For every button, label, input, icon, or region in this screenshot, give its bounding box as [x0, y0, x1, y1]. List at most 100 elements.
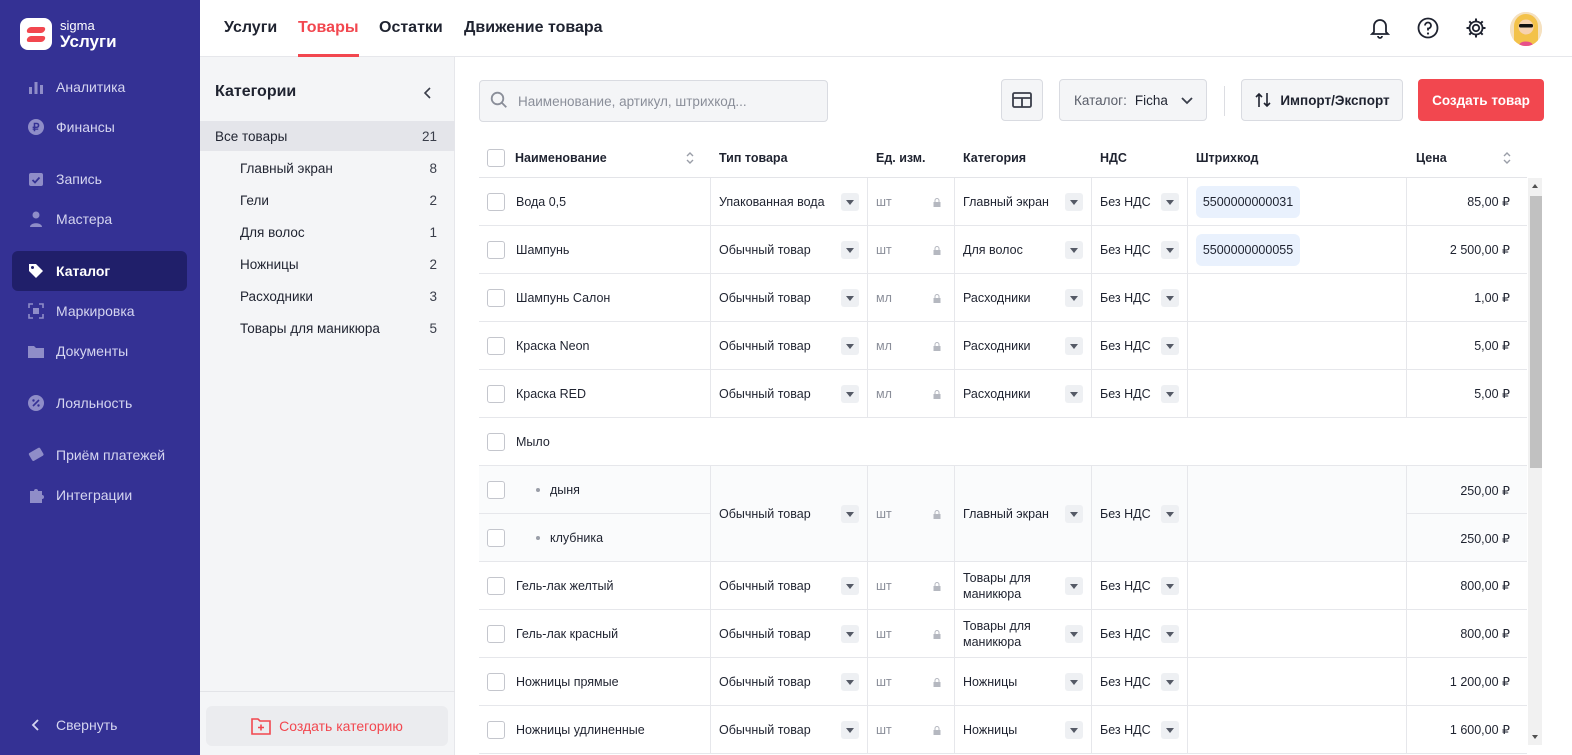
variant-checkbox[interactable] [487, 529, 505, 547]
row-checkbox[interactable] [487, 673, 505, 691]
table-row[interactable]: Гель-лак желтый Обычный товар шт Товары … [479, 562, 1527, 610]
header-price[interactable]: Цена [1416, 138, 1447, 178]
tab-stock[interactable]: Остатки [379, 0, 443, 57]
group-row[interactable]: Мыло [479, 418, 1527, 466]
vat-dropdown[interactable] [1161, 577, 1179, 595]
row-checkbox[interactable] [487, 625, 505, 643]
barcode-chip[interactable]: 5500000000031 [1196, 186, 1300, 218]
category-dropdown[interactable] [1065, 337, 1083, 355]
type-dropdown[interactable] [841, 193, 859, 211]
table-row[interactable]: Ножницы удлиненные Обычный товар шт Ножн… [479, 706, 1527, 754]
sidebar-item-finance[interactable]: ₽ Финансы [12, 107, 187, 147]
category-dropdown[interactable] [1065, 577, 1083, 595]
row-checkbox[interactable] [487, 289, 505, 307]
avatar[interactable] [1510, 12, 1542, 46]
type-dropdown[interactable] [841, 721, 859, 739]
tab-products[interactable]: Товары [298, 0, 359, 57]
table-row[interactable]: Ножницы прямые Обычный товар шт Ножницы … [479, 658, 1527, 706]
sort-icon[interactable] [1502, 151, 1512, 165]
sort-icon[interactable] [685, 151, 695, 165]
barcode-chip[interactable]: 5500000000055 [1196, 234, 1300, 266]
header-barcode: Штрихкод [1196, 151, 1259, 165]
sidebar-item-catalog[interactable]: Каталог [12, 251, 187, 291]
category-dropdown[interactable] [1065, 625, 1083, 643]
vat-dropdown[interactable] [1161, 385, 1179, 403]
category-item[interactable]: Расходники 3 [200, 281, 455, 311]
collapse-sidebar-button[interactable]: Свернуть [12, 705, 187, 745]
catalog-select[interactable]: Каталог: Ficha [1059, 79, 1207, 121]
vat-dropdown[interactable] [1161, 193, 1179, 211]
logo[interactable]: sigma Услуги [20, 18, 117, 50]
table-row[interactable]: Шампунь Салон Обычный товар мл Расходник… [479, 274, 1527, 322]
sidebar-item-documents[interactable]: Документы [12, 331, 187, 371]
category-dropdown[interactable] [1065, 385, 1083, 403]
category-item[interactable]: Для волос 1 [200, 217, 455, 247]
type-dropdown[interactable] [841, 673, 859, 691]
lock-icon [933, 582, 941, 591]
vat-dropdown[interactable] [1161, 337, 1179, 355]
table-row[interactable]: Вода 0,5 Упакованная вода шт Главный экр… [479, 178, 1527, 226]
scrollbar-thumb[interactable] [1530, 196, 1542, 468]
vat-dropdown[interactable] [1161, 721, 1179, 739]
help-icon[interactable] [1414, 14, 1442, 42]
sidebar-item-loyalty[interactable]: Лояльность [12, 383, 187, 423]
tab-services[interactable]: Услуги [224, 0, 277, 57]
table-row[interactable]: Шампунь Обычный товар шт Для волос Без Н… [479, 226, 1527, 274]
table-row[interactable]: Краска RED Обычный товар мл Расходники Б… [479, 370, 1527, 418]
type-dropdown[interactable] [841, 337, 859, 355]
vat-dropdown[interactable] [1161, 241, 1179, 259]
header-name[interactable]: Наименование [515, 138, 607, 178]
row-checkbox[interactable] [487, 577, 505, 595]
sidebar-item-booking[interactable]: Запись [12, 159, 187, 199]
search-input[interactable] [518, 93, 818, 109]
table-view-button[interactable] [1001, 79, 1043, 121]
row-checkbox[interactable] [487, 385, 505, 403]
collapse-panel-icon[interactable] [418, 83, 438, 103]
category-dropdown[interactable] [1065, 289, 1083, 307]
import-export-button[interactable]: Импорт/Экспорт [1241, 79, 1403, 121]
category-dropdown[interactable] [1065, 505, 1083, 523]
product-vat: Без НДС [1100, 674, 1151, 689]
scroll-up-icon[interactable] [1531, 182, 1539, 190]
vat-dropdown[interactable] [1161, 289, 1179, 307]
type-dropdown[interactable] [841, 289, 859, 307]
type-dropdown[interactable] [841, 625, 859, 643]
row-checkbox[interactable] [487, 433, 505, 451]
category-dropdown[interactable] [1065, 193, 1083, 211]
product-type: Обычный товар [719, 386, 811, 401]
sidebar-item-integrations[interactable]: Интеграции [12, 475, 187, 515]
category-item[interactable]: Товары для маникюра 5 [200, 313, 455, 343]
sidebar-item-payments[interactable]: Приём платежей [12, 435, 187, 475]
select-all-checkbox[interactable] [487, 149, 505, 167]
scroll-down-icon[interactable] [1531, 733, 1539, 741]
tab-movement[interactable]: Движение товара [464, 0, 603, 57]
vat-dropdown[interactable] [1161, 505, 1179, 523]
category-item-all[interactable]: Все товары 21 [200, 121, 455, 151]
type-dropdown[interactable] [841, 385, 859, 403]
category-item[interactable]: Ножницы 2 [200, 249, 455, 279]
create-product-button[interactable]: Создать товар [1418, 79, 1544, 121]
vat-dropdown[interactable] [1161, 625, 1179, 643]
gear-icon[interactable] [1462, 14, 1490, 42]
create-category-button[interactable]: Создать категорию [206, 706, 448, 746]
type-dropdown[interactable] [841, 577, 859, 595]
table-row[interactable]: Гель-лак красный Обычный товар шт Товары… [479, 610, 1527, 658]
category-item[interactable]: Главный экран 8 [200, 153, 455, 183]
row-checkbox[interactable] [487, 337, 505, 355]
vat-dropdown[interactable] [1161, 673, 1179, 691]
table-row[interactable]: Краска Neon Обычный товар мл Расходники … [479, 322, 1527, 370]
category-dropdown[interactable] [1065, 241, 1083, 259]
category-dropdown[interactable] [1065, 721, 1083, 739]
type-dropdown[interactable] [841, 241, 859, 259]
bell-icon[interactable] [1366, 14, 1394, 42]
row-checkbox[interactable] [487, 721, 505, 739]
category-item[interactable]: Гели 2 [200, 185, 455, 215]
variant-checkbox[interactable] [487, 481, 505, 499]
sidebar-item-masters[interactable]: Мастера [12, 199, 187, 239]
row-checkbox[interactable] [487, 241, 505, 259]
sidebar-item-analytics[interactable]: Аналитика [12, 67, 187, 107]
category-dropdown[interactable] [1065, 673, 1083, 691]
type-dropdown[interactable] [841, 505, 859, 523]
row-checkbox[interactable] [487, 193, 505, 211]
sidebar-item-marking[interactable]: Маркировка [12, 291, 187, 331]
